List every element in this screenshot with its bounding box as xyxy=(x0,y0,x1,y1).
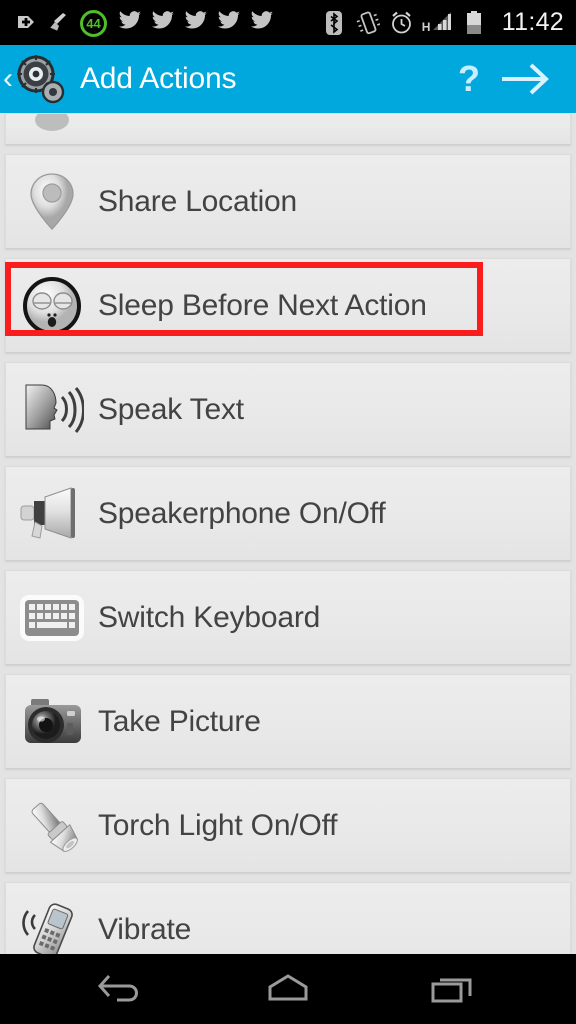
list-item-share-location[interactable]: Share Location xyxy=(5,154,571,249)
flashlight-icon xyxy=(6,779,98,872)
list-item-take-picture[interactable]: Take Picture xyxy=(5,674,571,769)
speaking-head-icon xyxy=(6,363,98,456)
twitter-notification-icon-3 xyxy=(184,10,208,36)
page-title: Add Actions xyxy=(80,62,237,95)
arrow-right-icon xyxy=(498,62,554,96)
twitter-notification-icon-4 xyxy=(217,10,241,36)
twitter-notification-icon-2 xyxy=(151,10,175,36)
recents-icon xyxy=(427,970,479,1008)
back-chevron-icon[interactable]: ‹ xyxy=(0,64,14,94)
list-item-switch-keyboard[interactable]: Switch Keyboard xyxy=(5,570,571,665)
alarm-clock-icon xyxy=(389,10,413,36)
app-update-icon xyxy=(14,10,38,36)
vibrating-phone-icon xyxy=(6,883,98,954)
status-bar: 44 H 11:42 xyxy=(0,0,576,45)
list-item-speakerphone[interactable]: Speakerphone On/Off xyxy=(5,466,571,561)
list-item-partial[interactable] xyxy=(5,113,571,145)
list-item-speak-text[interactable]: Speak Text xyxy=(5,362,571,457)
broom-cleaner-icon xyxy=(47,10,71,36)
list-item-label: Speakerphone On/Off xyxy=(98,496,386,530)
help-button[interactable]: ? xyxy=(440,61,498,97)
sleeping-face-icon xyxy=(6,259,98,352)
map-pin-icon xyxy=(6,155,98,248)
list-item-label: Switch Keyboard xyxy=(98,600,321,634)
list-item-label: Vibrate xyxy=(98,912,192,946)
list-item-label: Share Location xyxy=(98,184,298,218)
list-item-label: Torch Light On/Off xyxy=(98,808,338,842)
status-bar-notifications: 44 xyxy=(0,9,323,37)
actions-list[interactable]: Share Location Sleep Before Next Action … xyxy=(0,113,576,954)
nav-recents-button[interactable] xyxy=(408,954,498,1024)
list-item-label: Sleep Before Next Action xyxy=(98,288,427,322)
nav-back-button[interactable] xyxy=(78,954,168,1024)
list-item-label: Speak Text xyxy=(98,392,244,426)
vibrate-mode-icon xyxy=(356,10,380,36)
keyboard-icon xyxy=(6,571,98,664)
share-icon-partial xyxy=(6,114,98,144)
twitter-notification-icon-5 xyxy=(250,10,274,36)
cleaner-score-value: 44 xyxy=(80,9,107,37)
cleaner-score-badge: 44 xyxy=(80,9,109,37)
list-item-sleep-before-next-action[interactable]: Sleep Before Next Action xyxy=(5,258,571,353)
action-bar: ‹ Add Actions ? xyxy=(0,45,576,113)
bluetooth-icon xyxy=(323,10,347,36)
signal-bars-icon: H xyxy=(422,10,456,36)
system-navigation-bar xyxy=(0,954,576,1024)
camera-icon xyxy=(6,675,98,768)
twitter-notification-icon-1 xyxy=(118,10,142,36)
status-bar-system-icons: H 11:42 xyxy=(323,8,576,37)
megaphone-icon xyxy=(6,467,98,560)
battery-icon xyxy=(465,10,485,36)
list-item-label: Take Picture xyxy=(98,704,261,738)
status-bar-clock: 11:42 xyxy=(501,8,564,36)
network-type-label: H xyxy=(421,19,431,34)
gears-app-icon xyxy=(14,53,66,105)
list-item-torch-light[interactable]: Torch Light On/Off xyxy=(5,778,571,873)
next-button[interactable] xyxy=(498,62,576,96)
list-item-vibrate[interactable]: Vibrate xyxy=(5,882,571,954)
nav-home-button[interactable] xyxy=(243,954,333,1024)
home-icon xyxy=(262,970,314,1008)
back-arrow-icon xyxy=(97,970,149,1008)
